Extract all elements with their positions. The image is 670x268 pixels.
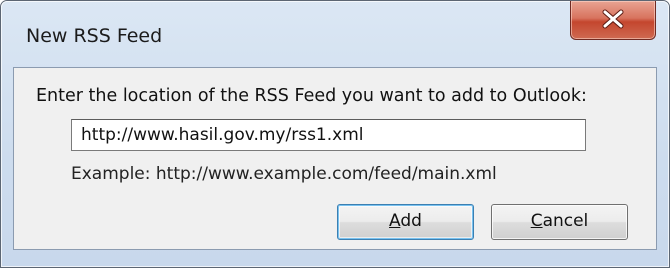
cancel-button-mnemonic: C [530, 211, 543, 231]
add-button-mnemonic: A [389, 211, 401, 231]
dialog-window: New RSS Feed Enter the location of the R… [0, 0, 670, 268]
add-button-label: dd [400, 211, 422, 231]
add-button[interactable]: Add [337, 204, 474, 240]
close-button[interactable] [570, 1, 656, 40]
cancel-button[interactable]: Cancel [491, 204, 628, 240]
title-bar[interactable]: New RSS Feed [1, 1, 669, 67]
example-hint: Example: http://www.example.com/feed/mai… [71, 164, 497, 184]
prompt-label: Enter the location of the RSS Feed you w… [36, 86, 587, 106]
rss-url-input[interactable] [71, 119, 586, 151]
dialog-content: Enter the location of the RSS Feed you w… [13, 67, 657, 250]
dialog-title: New RSS Feed [26, 25, 163, 47]
cancel-button-label: ancel [542, 211, 589, 231]
close-icon [602, 9, 624, 29]
